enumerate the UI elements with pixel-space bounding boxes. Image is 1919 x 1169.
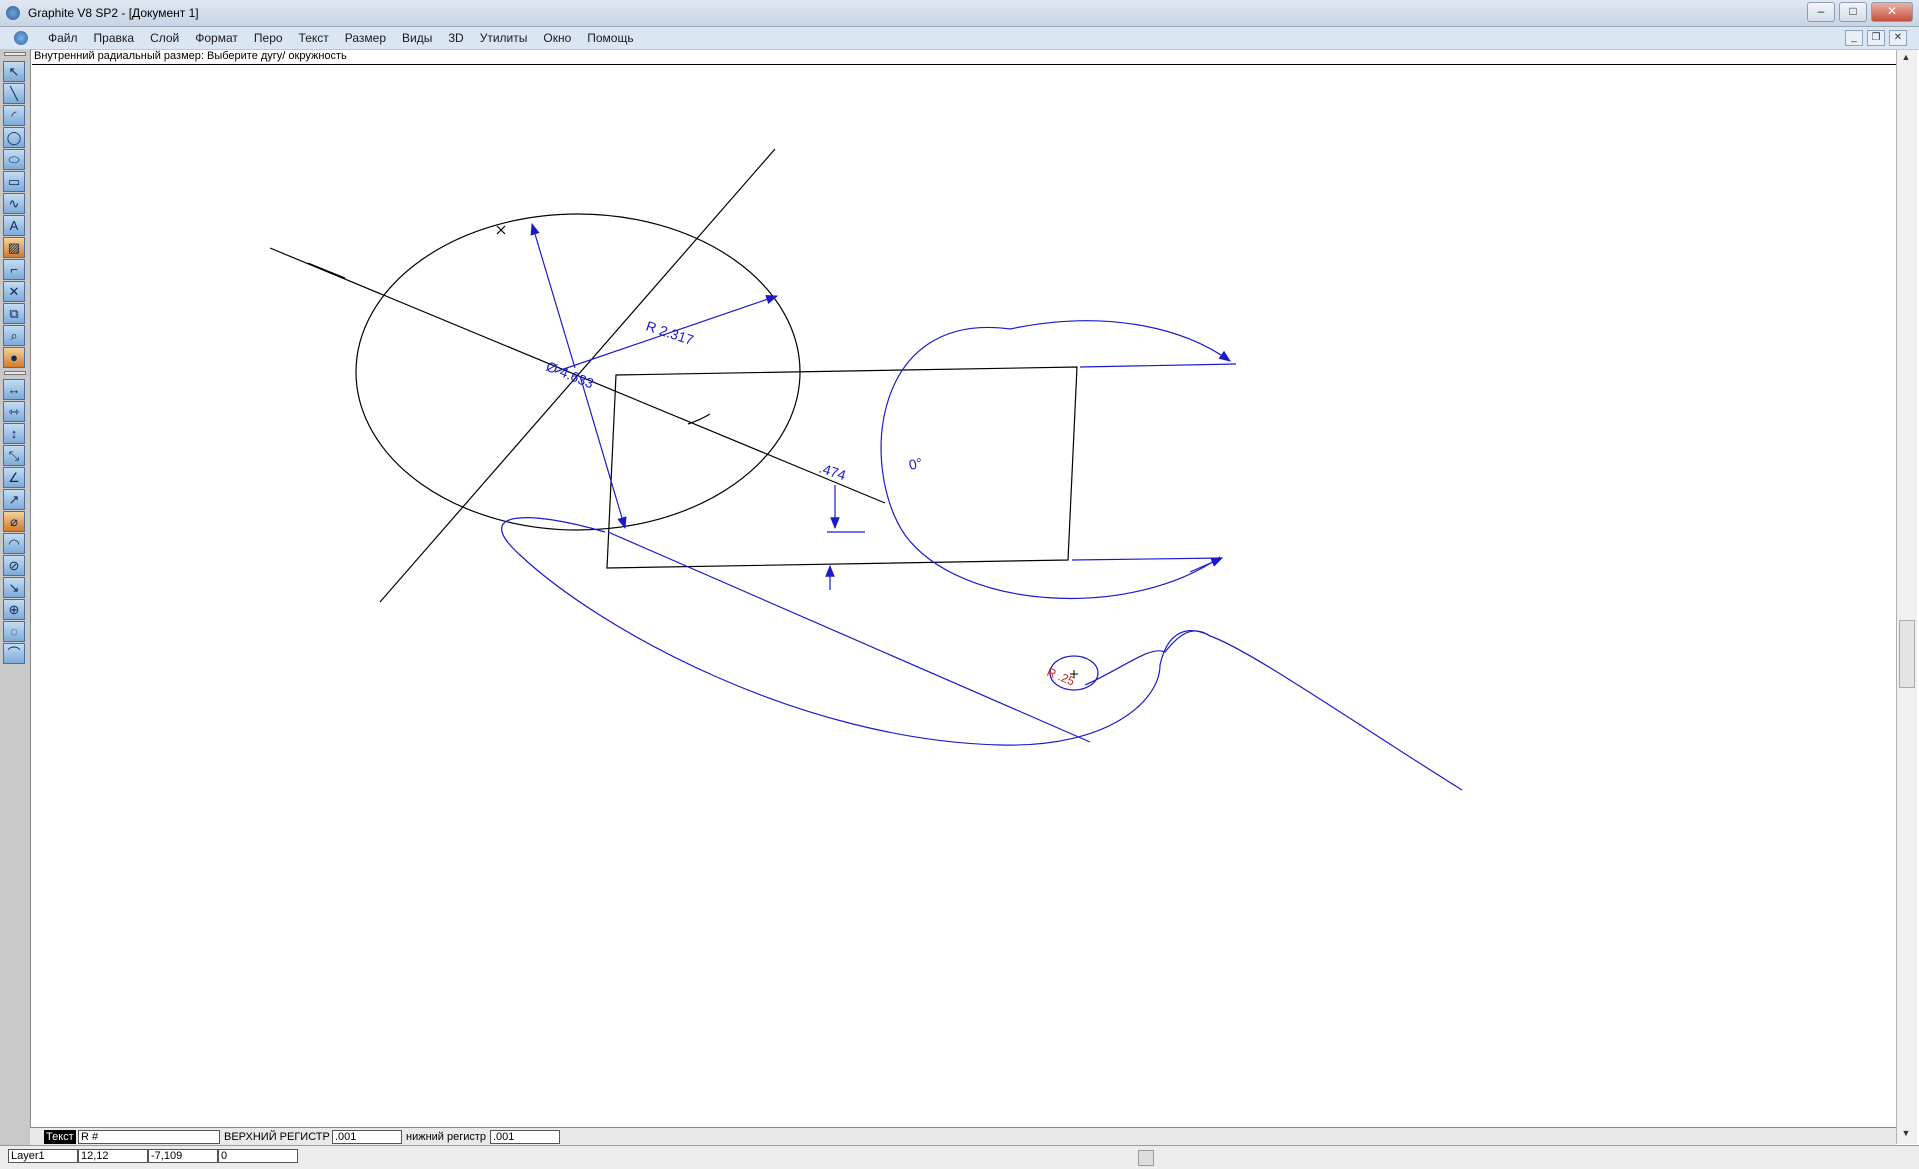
drawing-svg: R 2.317 Ø 4.633 .474 0° R .25 [269,148,1463,791]
coordinate-bar: Layer1 12,12 -7,109 0 [0,1145,1919,1169]
horizontal-scroll-thumb[interactable] [1138,1150,1154,1166]
dim-extension-top[interactable] [1079,363,1237,368]
dim-radius-icon[interactable]: ↗ [3,489,25,510]
minimize-button[interactable]: – [1807,2,1835,22]
centerline-dash-a [307,262,346,279]
menu-3d[interactable]: 3D [440,31,471,45]
trim-icon[interactable]: ✕ [3,281,25,302]
left-toolbar: ↖ ╲ ◜ ◯ ⬭ ▭ ∿ A ▨ ⌐ ✕ ⧉ ⌕ ● ↔ ⇿ ↕ ⤡ ∠ ↗ … [0,49,31,1145]
menu-edit[interactable]: Правка [86,31,143,45]
zoom-icon[interactable]: ⌕ [3,325,25,346]
dim-diameter-arrow-down[interactable] [579,375,627,530]
document-menu-icon[interactable] [14,31,28,45]
render-icon[interactable]: ● [3,347,25,368]
x-coordinate-field[interactable]: 12,12 [78,1149,148,1163]
doc-close-button[interactable]: ✕ [1889,30,1907,46]
doc-minimize-button[interactable]: _ [1845,30,1863,46]
dim-aligned-icon[interactable]: ⤡ [3,445,25,466]
toolbar-grip-2[interactable] [4,371,26,375]
menu-file[interactable]: Файл [40,31,86,45]
rectangle-icon[interactable]: ▭ [3,171,25,192]
upper-register-label: ВЕРХНИЙ РЕГИСТР [224,1131,330,1143]
window-title: Graphite V8 SP2 - [Документ 1] [28,6,199,20]
dim-diameter-icon[interactable]: ⌀ [3,511,25,532]
menu-window[interactable]: Окно [535,31,579,45]
dim-extension-bottom[interactable] [1071,557,1223,561]
menu-format[interactable]: Формат [187,31,246,45]
dim-small-radius-text[interactable]: R .25 [1045,665,1077,689]
menu-help[interactable]: Помощь [579,31,641,45]
fillet-icon[interactable]: ⌐ [3,259,25,280]
blue-spline-tail[interactable] [1084,630,1463,791]
dim-center-icon[interactable]: ⊕ [3,599,25,620]
y-coordinate-field[interactable]: -7,109 [148,1149,218,1163]
title-bar: Graphite V8 SP2 - [Документ 1] – □ ✕ [0,0,1919,27]
pointer-icon[interactable]: ↖ [3,61,25,82]
dim-leader-icon[interactable]: ↘ [3,577,25,598]
menu-layer[interactable]: Слой [142,31,187,45]
command-prompt: Внутренний радиальный размер: Выберите д… [32,50,1902,65]
blue-arc-bottom-arrow [1189,557,1224,573]
circle-icon[interactable]: ◯ [3,127,25,148]
x-mark [496,225,506,235]
text-options-bar: Текст R # ВЕРХНИЙ РЕГИСТР .001 нижний ре… [30,1127,1896,1146]
dim-tolerance-icon[interactable]: ⌒ [3,643,25,664]
text-tab-label[interactable]: Текст [44,1130,76,1144]
app-logo-icon [6,6,20,20]
vertical-scroll-thumb[interactable] [1899,620,1915,688]
doc-restore-button[interactable]: ❐ [1867,30,1885,46]
menu-pen[interactable]: Перо [246,31,291,45]
menu-bar: Файл Правка Слой Формат Перо Текст Разме… [0,27,1919,50]
dim-angle-text[interactable]: 0° [907,455,923,473]
dim-angular-icon[interactable]: ∠ [3,467,25,488]
lower-register-field[interactable]: .001 [490,1130,560,1144]
dim-radius-text[interactable]: R 2.317 [644,318,696,348]
dim-arc-icon[interactable]: ◠ [3,533,25,554]
text-value-field[interactable]: R # [78,1130,220,1144]
dim-horizontal-icon[interactable]: ⇿ [3,401,25,422]
arc-icon[interactable]: ◜ [3,105,25,126]
spline-icon[interactable]: ∿ [3,193,25,214]
blue-arc-top[interactable] [1009,320,1231,362]
dim-vertical-icon[interactable]: ↕ [3,423,25,444]
dim-ordinate-icon[interactable]: ⊘ [3,555,25,576]
dim-linear-icon[interactable]: ↔ [3,379,25,400]
dim-linear-text[interactable]: .474 [817,460,848,484]
scroll-up-icon[interactable]: ▲ [1899,52,1913,66]
maximize-button[interactable]: □ [1839,2,1867,22]
lower-register-label: нижний регистр [406,1131,487,1143]
ellipse-icon[interactable]: ⬭ [3,149,25,170]
menu-views[interactable]: Виды [394,31,440,45]
text-icon[interactable]: A [3,215,25,236]
layer-select[interactable]: Layer1 [8,1149,78,1163]
dim-diameter-arrow-up[interactable] [530,222,576,369]
close-button[interactable]: ✕ [1871,2,1913,22]
toolbar-grip[interactable] [4,52,26,56]
menu-list: Файл Правка Слой Формат Перо Текст Разме… [40,31,642,45]
hatch-icon[interactable]: ▨ [3,237,25,258]
move-icon[interactable]: ⧉ [3,303,25,324]
menu-dimension[interactable]: Размер [337,31,394,45]
menu-text[interactable]: Текст [291,31,337,45]
small-arc-mark [687,413,711,425]
menu-utilities[interactable]: Утилиты [472,31,536,45]
vertical-scrollbar[interactable]: ▲ ▼ [1896,50,1917,1144]
upper-register-field[interactable]: .001 [332,1130,402,1144]
large-blue-circle-arc[interactable] [880,326,1221,600]
dim-balloon-icon[interactable]: ◌ [3,621,25,642]
line-icon[interactable]: ╲ [3,83,25,104]
drawing-canvas[interactable]: R 2.317 Ø 4.633 .474 0° R .25 [32,66,1894,1126]
angle-field[interactable]: 0 [218,1149,298,1163]
scroll-down-icon[interactable]: ▼ [1899,1128,1913,1142]
